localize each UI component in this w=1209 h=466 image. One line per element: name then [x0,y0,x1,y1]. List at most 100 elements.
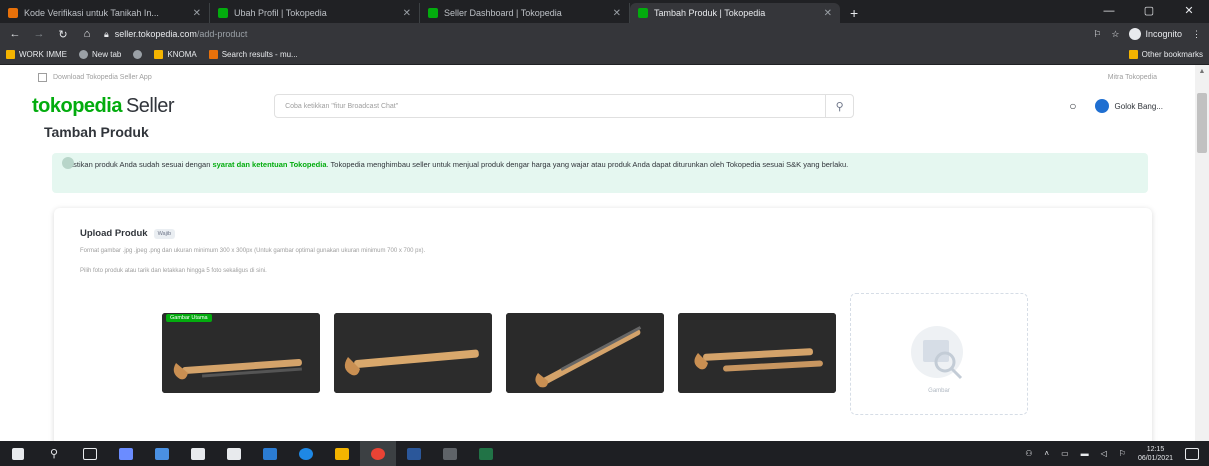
taskbar-app-icon[interactable] [180,441,216,466]
edge-icon[interactable] [288,441,324,466]
clock-date: 06/01/2021 [1137,454,1173,462]
battery-icon[interactable]: ▬ [1081,449,1089,458]
required-tag: Wajib [153,228,176,239]
tab-favicon-icon [638,8,648,18]
chevron-up-icon[interactable]: ˄ [1044,449,1049,458]
terms-link[interactable]: syarat dan ketentuan Tokopedia [212,160,326,169]
maximize-button[interactable]: ▢ [1129,0,1169,23]
browser-tab-active[interactable]: Tambah Produk | Tokopedia ✕ [630,3,840,23]
home-icon[interactable]: ⌂ [80,28,94,40]
close-tab-icon[interactable]: ✕ [613,8,621,19]
page-scrollbar[interactable]: ▲ [1195,65,1209,441]
taskbar-app-icon[interactable] [252,441,288,466]
page-title: Tambah Produk [44,124,149,140]
product-photo-image [678,313,836,393]
product-photo-list: Gambar Utama Gambar [162,293,1028,415]
browser-tab[interactable]: Ubah Profil | Tokopedia ✕ [210,3,420,23]
address-bar[interactable]: 🔒︎ seller.tokopedia.com/add-product [104,26,1083,42]
download-app-link[interactable]: Download Tokopedia Seller App [53,74,152,81]
network-icon[interactable]: ▭ [1061,449,1069,458]
folder-icon [1128,50,1138,59]
browser-tab[interactable]: Seller Dashboard | Tokopedia ✕ [420,3,630,23]
windows-taskbar: ⚲ ⚇ ˄ ▭ ▬ ◁ ⚐ 12:15 06/01/2021 [0,441,1209,466]
page-icon [208,50,218,59]
shop-profile-button[interactable]: Golok Bang... [1094,99,1163,113]
tab-favicon-icon [428,8,438,18]
folder-icon [6,50,15,59]
product-photo[interactable] [678,313,836,393]
upload-product-card: Upload Produk Wajib Format gambar .jpg .… [54,208,1152,441]
word-icon[interactable] [396,441,432,466]
tab-favicon-icon [218,8,228,18]
excel-icon[interactable] [468,441,504,466]
bookmark-label: Other bookmarks [1141,50,1203,59]
close-window-button[interactable]: ✕ [1169,0,1209,23]
taskbar-app-icon[interactable] [324,441,360,466]
volume-icon[interactable]: ◁ [1101,449,1107,458]
search-icon[interactable]: ⚲ [36,441,72,466]
globe-icon [79,50,88,59]
folder-icon [154,50,164,59]
shop-avatar [1094,99,1109,113]
clock-time: 12:15 [1146,445,1165,453]
add-photo-slot[interactable]: Gambar [850,293,1028,415]
upload-format-hint: Format gambar .jpg .jpeg .png dan ukuran… [80,248,426,254]
bookmark-item[interactable]: WORK IMME [6,50,67,59]
product-photo-image [334,313,492,393]
bookmark-item[interactable]: Search results - mu... [208,50,298,59]
close-tab-icon[interactable]: ✕ [403,8,411,19]
tab-title: Tambah Produk | Tokopedia [654,8,766,18]
people-icon[interactable]: ⚇ [1025,449,1032,458]
close-tab-icon[interactable]: ✕ [193,8,201,19]
header-actions: ○ Golok Bang... [1069,99,1163,113]
search-input[interactable]: Coba ketikkan "fitur Broadcast Chat" ⚲ [274,94,855,118]
minimize-button[interactable]: — [1089,0,1129,23]
notification-bell-icon[interactable]: ○ [1069,99,1076,113]
shop-name: Golok Bang... [1114,101,1163,111]
bookmark-item[interactable]: KNOMA [154,50,197,59]
tab-title: Ubah Profil | Tokopedia [234,8,327,18]
product-photo[interactable] [334,313,492,393]
scroll-up-arrow-icon[interactable]: ▲ [1195,65,1209,79]
notification-center-icon[interactable] [1185,447,1199,460]
forward-arrow-icon[interactable]: → [32,28,46,40]
upload-section-title: Upload Produk Wajib [80,228,176,239]
language-icon[interactable]: ⚐ [1119,449,1126,458]
taskbar-app-icon[interactable] [144,441,180,466]
taskbar-app-icon[interactable] [108,441,144,466]
back-arrow-icon[interactable]: ← [8,28,22,40]
bookmark-item[interactable]: New tab [79,50,121,59]
main-photo-badge: Gambar Utama [166,314,212,322]
upload-title-text: Upload Produk [80,228,148,239]
taskbar-clock[interactable]: 12:15 06/01/2021 [1138,445,1173,463]
taskbar-app-icon[interactable] [432,441,468,466]
other-bookmarks[interactable]: Other bookmarks [1128,50,1203,59]
bookmark-item[interactable] [133,50,143,59]
close-tab-icon[interactable]: ✕ [824,8,832,19]
task-view-icon[interactable] [72,441,108,466]
chrome-icon[interactable] [360,441,396,466]
scrollbar-thumb[interactable] [1197,93,1207,153]
incognito-indicator[interactable]: Incognito [1129,28,1182,40]
info-icon [62,157,74,169]
browser-tab[interactable]: Kode Verifikasi untuk Tanikah In... ✕ [0,3,210,23]
search-icon[interactable]: ⚲ [825,95,853,117]
toolbar-right: ⚐ ☆ Incognito ⋮ [1093,28,1201,40]
product-photo[interactable] [506,313,664,393]
browser-menu-icon[interactable]: ⋮ [1192,29,1201,40]
translate-icon[interactable]: ⚐ [1093,29,1101,40]
product-photo-main[interactable]: Gambar Utama [162,313,320,393]
reload-icon[interactable]: ↻ [56,28,70,41]
tokopedia-seller-logo[interactable]: tokopedia Seller [32,95,175,118]
bookmark-star-icon[interactable]: ☆ [1111,29,1119,40]
tab-title: Kode Verifikasi untuk Tanikah In... [24,8,159,18]
mitra-link[interactable]: Mitra Tokopedia [1108,74,1157,81]
new-tab-button[interactable]: + [840,3,868,23]
bookmark-label: KNOMA [167,50,197,59]
bookmark-label: Search results - mu... [221,50,298,59]
url-host: seller.tokopedia.com [114,29,197,39]
phone-icon [38,72,47,82]
taskbar-app-icon[interactable] [216,441,252,466]
image-placeholder-icon [911,326,963,380]
windows-start-icon[interactable] [0,441,36,466]
